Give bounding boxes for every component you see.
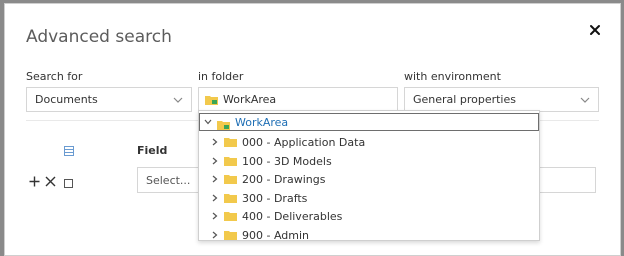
tree-item-label: 200 - Drawings bbox=[242, 172, 326, 186]
with-environment-value: General properties bbox=[413, 93, 516, 106]
tree-item-label: 100 - 3D Models bbox=[242, 154, 332, 168]
folder-icon bbox=[224, 230, 237, 240]
chevron-right-icon[interactable] bbox=[212, 138, 218, 146]
tree-item[interactable]: 900 - Admin bbox=[199, 226, 539, 244]
with-environment-select[interactable]: General properties bbox=[404, 87, 599, 112]
folder-icon bbox=[217, 117, 230, 130]
folder-icon bbox=[224, 193, 237, 203]
tree-item[interactable]: 100 - 3D Models bbox=[199, 152, 539, 170]
folder-tree-dropdown: WorkArea 000 - Application Data 100 - 3D… bbox=[198, 110, 540, 244]
with-environment-label: with environment bbox=[404, 70, 501, 83]
tree-item-label: 300 - Drafts bbox=[242, 191, 308, 205]
row-checkbox[interactable] bbox=[64, 175, 73, 193]
tree-item[interactable]: 200 - Drawings bbox=[199, 170, 539, 188]
tree-item[interactable]: 300 - Drafts bbox=[199, 189, 539, 207]
add-icon[interactable] bbox=[29, 174, 40, 192]
chevron-right-icon[interactable] bbox=[212, 175, 218, 183]
in-folder-field[interactable]: WorkArea bbox=[198, 87, 398, 112]
folder-icon bbox=[205, 95, 218, 105]
dialog-title: Advanced search bbox=[26, 27, 172, 47]
chevron-right-icon[interactable] bbox=[212, 231, 218, 239]
tree-item-label: 000 - Application Data bbox=[242, 135, 366, 149]
chevron-right-icon[interactable] bbox=[212, 212, 218, 220]
advanced-search-dialog: Advanced search Search for in folder wit… bbox=[4, 3, 621, 256]
close-icon[interactable] bbox=[587, 22, 603, 38]
tree-root-label: WorkArea bbox=[235, 115, 289, 129]
columns-icon[interactable] bbox=[64, 143, 74, 156]
in-folder-value: WorkArea bbox=[223, 93, 277, 106]
remove-icon[interactable] bbox=[45, 174, 56, 192]
field-select-placeholder: Select... bbox=[146, 173, 191, 187]
chevron-down-icon[interactable] bbox=[204, 119, 212, 125]
search-for-label: Search for bbox=[26, 70, 83, 83]
tree-item[interactable]: 000 - Application Data bbox=[199, 133, 539, 151]
field-column-header: Field bbox=[137, 144, 168, 157]
tree-root-workarea[interactable]: WorkArea bbox=[199, 113, 539, 131]
tree-item-label: 900 - Admin bbox=[242, 228, 310, 242]
chevron-right-icon[interactable] bbox=[212, 194, 218, 202]
chevron-down-icon bbox=[580, 97, 590, 103]
chevron-down-icon bbox=[173, 97, 183, 103]
folder-icon bbox=[224, 211, 237, 221]
chevron-right-icon[interactable] bbox=[212, 157, 218, 165]
in-folder-label: in folder bbox=[198, 70, 244, 83]
search-for-value: Documents bbox=[35, 93, 98, 106]
search-for-select[interactable]: Documents bbox=[26, 87, 192, 112]
folder-icon bbox=[224, 156, 237, 166]
folder-icon bbox=[224, 137, 237, 147]
tree-item[interactable]: 400 - Deliverables bbox=[199, 207, 539, 225]
tree-item-label: 400 - Deliverables bbox=[242, 209, 343, 223]
folder-icon bbox=[224, 174, 237, 184]
